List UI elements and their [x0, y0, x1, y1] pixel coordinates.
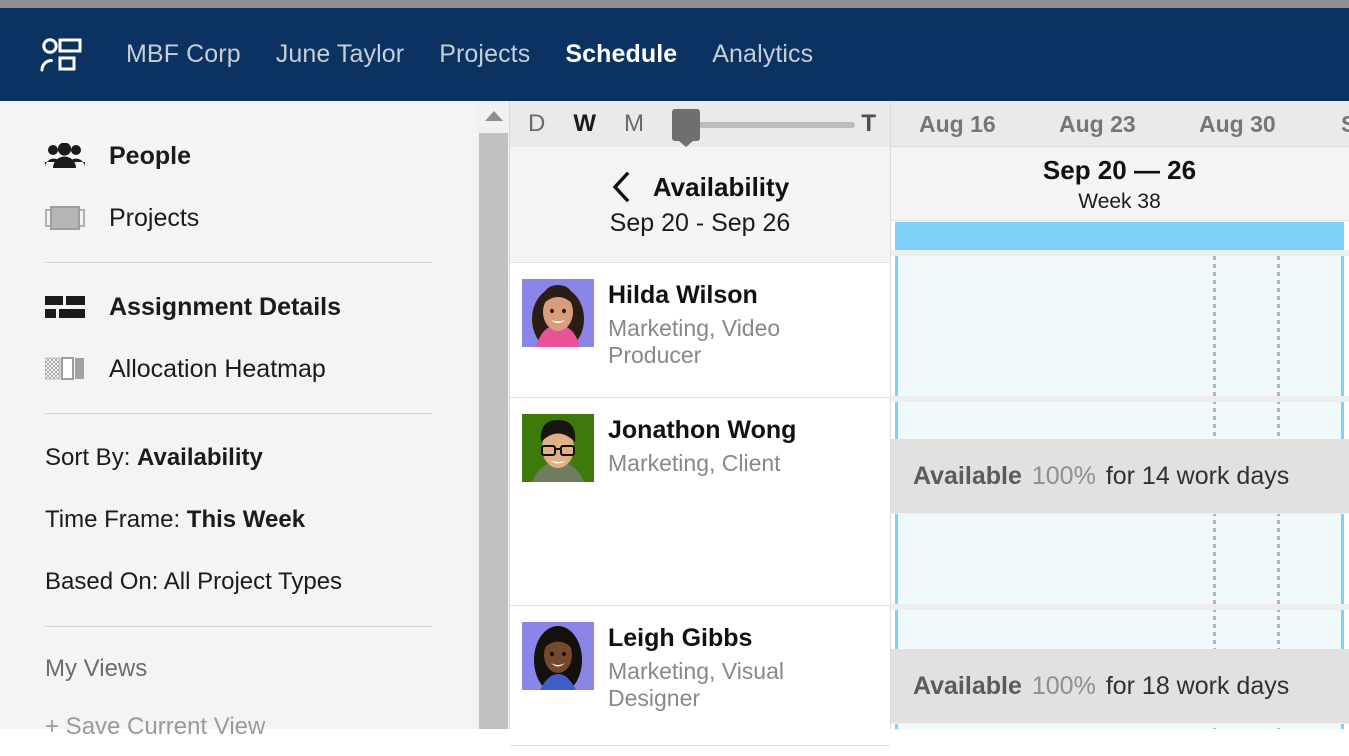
grid-row-divider	[891, 396, 1349, 402]
availability-detail: for 14 work days	[1105, 461, 1290, 490]
scrollbar-thumb[interactable]	[479, 133, 508, 729]
chevron-left-icon[interactable]	[611, 171, 631, 203]
people-panel: D W M T Availability Sep 20 - Sep 26 Hil…	[510, 101, 891, 746]
table-row[interactable]: Leigh Gibbs Marketing, Visual Designer	[510, 606, 890, 746]
sidebar-item-allocation-heatmap[interactable]: Allocation Heatmap	[45, 338, 432, 400]
availability-bar[interactable]: Available 100% for 18 work days	[891, 649, 1349, 723]
availability-status: Available	[913, 461, 1022, 490]
filter-based-on-prefix: Based On:	[45, 568, 164, 595]
filter-sort-by-value: Availability	[137, 444, 263, 471]
availability-percent: 100%	[1031, 671, 1096, 700]
avatar	[522, 622, 594, 690]
timescale-month-button[interactable]: M	[624, 110, 644, 138]
person-role: Marketing, Visual Designer	[608, 658, 784, 712]
zoom-slider-handle[interactable]	[672, 109, 700, 147]
nav-link-projects[interactable]: Projects	[439, 40, 530, 69]
filter-time-frame[interactable]: Time Frame: This Week	[45, 489, 432, 551]
filter-sort-by[interactable]: Sort By: Availability	[45, 427, 432, 489]
filter-sort-by-prefix: Sort By:	[45, 444, 138, 471]
person-role: Marketing, Video Producer	[608, 315, 781, 369]
save-current-view-button[interactable]: + Save Current View	[45, 698, 432, 756]
left-sidebar: People Projects Assignment Details Alloc…	[0, 101, 477, 740]
project-bar-icon	[45, 205, 87, 231]
avatar	[522, 414, 594, 482]
month-strip: Aug 16 Aug 23 Aug 30 S	[891, 101, 1349, 147]
grid-row-divider	[891, 604, 1349, 610]
sidebar-item-label: Projects	[109, 203, 200, 232]
availability-detail: for 18 work days	[1105, 671, 1290, 700]
timeline-grid: Aug 16 Aug 23 Aug 30 S Sep 20 — 26 Week …	[891, 101, 1349, 729]
person-name: Jonathon Wong	[608, 416, 797, 444]
avatar	[522, 279, 594, 347]
filter-based-on[interactable]: Based On: All Project Types	[45, 551, 432, 613]
window-top-strip	[0, 0, 1349, 8]
people-list-scrollbar[interactable]	[477, 101, 510, 729]
sidebar-item-label: Allocation Heatmap	[109, 354, 326, 383]
grid-row-divider	[891, 250, 1349, 256]
person-name: Hilda Wilson	[608, 281, 758, 309]
table-row[interactable]: Hilda Wilson Marketing, Video Producer	[510, 263, 890, 398]
today-button[interactable]: T	[861, 110, 876, 138]
sidebar-divider-2	[45, 413, 432, 414]
people-list-icon[interactable]	[40, 37, 82, 73]
sidebar-item-label: Assignment Details	[109, 292, 342, 321]
person-info: Jonathon Wong Marketing, Client	[608, 414, 796, 605]
timescale-week-button[interactable]: W	[573, 110, 596, 138]
filter-time-frame-value: This Week	[186, 506, 306, 533]
table-row[interactable]: Jonathon Wong Marketing, Client	[510, 398, 890, 606]
availability-title-row: Availability	[510, 171, 890, 203]
person-info: Leigh Gibbs Marketing, Visual Designer	[608, 622, 808, 745]
availability-header: Availability Sep 20 - Sep 26	[510, 147, 890, 263]
availability-date-range: Sep 20 - Sep 26	[609, 209, 791, 237]
sidebar-item-label: People	[109, 141, 191, 170]
timescale-day-button[interactable]: D	[528, 110, 545, 138]
my-views-heading: My Views	[45, 655, 148, 682]
month-label[interactable]: Aug 30	[1199, 101, 1276, 147]
month-label[interactable]: S	[1341, 101, 1349, 147]
sidebar-item-assignment-details[interactable]: Assignment Details	[45, 276, 432, 338]
month-label[interactable]: Aug 16	[919, 101, 996, 147]
person-role: Marketing, Client	[608, 450, 781, 476]
caret-up-icon[interactable]	[477, 101, 510, 131]
availability-percent: 100%	[1031, 461, 1096, 490]
nav-link-june-taylor[interactable]: June Taylor	[276, 40, 405, 69]
nav-link-analytics[interactable]: Analytics	[712, 40, 813, 69]
nav-link-schedule[interactable]: Schedule	[565, 40, 677, 69]
availability-bar[interactable]: Available 100% for 14 work days	[891, 439, 1349, 513]
people-icon	[45, 143, 87, 169]
zoom-slider[interactable]	[672, 101, 855, 147]
availability-status: Available	[913, 671, 1022, 700]
current-week-title: Sep 20 — 26	[1042, 154, 1197, 185]
person-info: Hilda Wilson Marketing, Video Producer	[608, 279, 808, 397]
filter-based-on-value: All Project Types	[163, 568, 343, 595]
sidebar-divider-1	[45, 262, 432, 263]
timescale-toolbar: D W M T	[510, 101, 890, 147]
current-week-number: Week 38	[1078, 189, 1161, 213]
assignment-bars-icon	[45, 294, 87, 320]
sidebar-item-projects[interactable]: Projects	[45, 187, 432, 249]
month-label[interactable]: Aug 23	[1059, 101, 1136, 147]
filter-time-frame-prefix: Time Frame:	[45, 506, 187, 533]
heatmap-icon	[45, 357, 87, 381]
sidebar-divider-3	[45, 626, 432, 627]
nav-link-mbf-corp[interactable]: MBF Corp	[126, 40, 241, 69]
sidebar-item-people[interactable]: People	[45, 125, 432, 187]
current-week-highlight-bar	[895, 222, 1344, 252]
current-week-header[interactable]: Sep 20 — 26 Week 38	[891, 147, 1349, 221]
person-name: Leigh Gibbs	[608, 624, 753, 652]
current-week-header-inner: Sep 20 — 26 Week 38	[895, 147, 1344, 221]
availability-title: Availability	[652, 171, 790, 202]
top-navbar: MBF Corp June Taylor Projects Schedule A…	[0, 8, 1349, 101]
zoom-slider-track	[680, 122, 855, 128]
